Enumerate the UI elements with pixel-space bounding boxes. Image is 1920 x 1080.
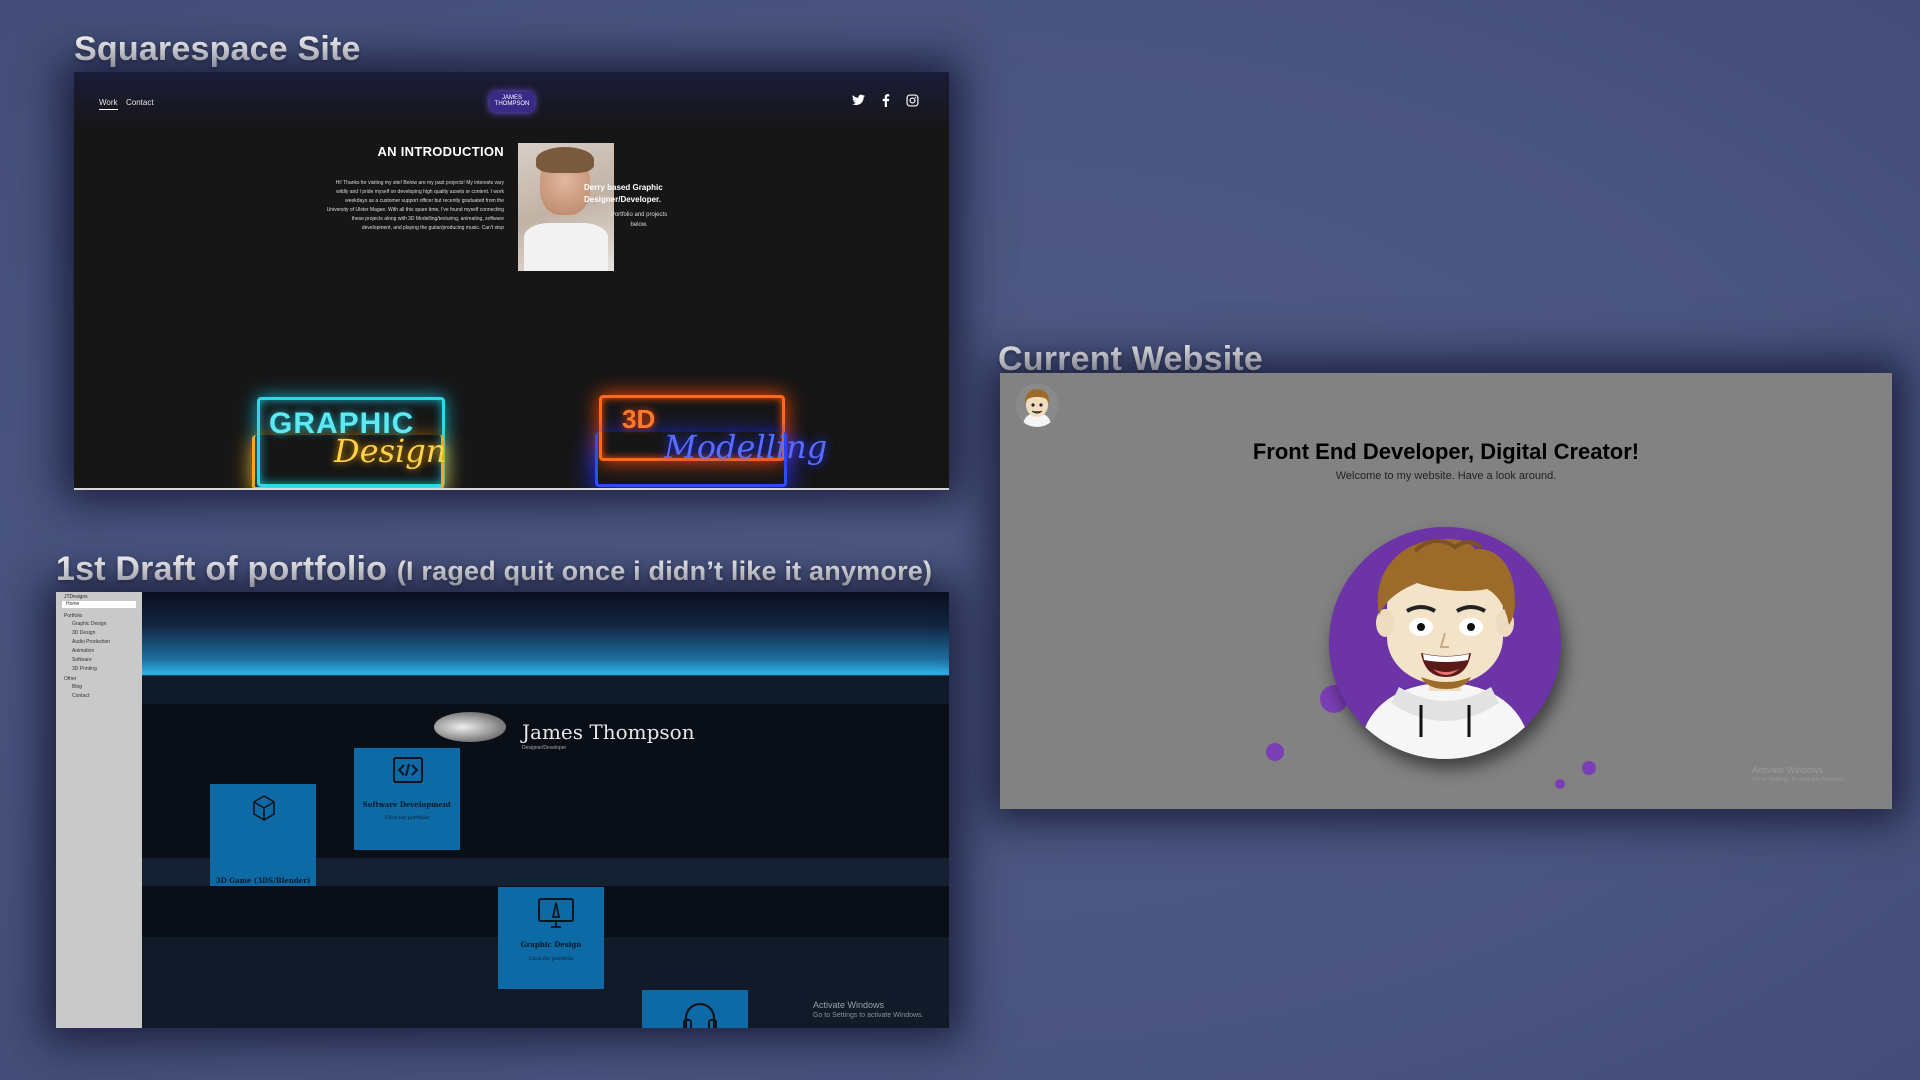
card-subtitle: Click for portfolio (384, 815, 430, 821)
card-audio[interactable] (642, 990, 748, 1028)
monitor-icon (536, 895, 574, 928)
sidebar-item-contact[interactable]: Contact (72, 693, 89, 699)
divider (74, 488, 949, 490)
sidebar-item-software[interactable]: Software (72, 657, 92, 663)
card-subtitle: Click for portfolio (528, 956, 574, 962)
draft-hero-banner (142, 592, 949, 676)
activate-windows-watermark: Activate Windows (813, 1000, 885, 1010)
decorative-dot (1555, 779, 1565, 789)
nav-contact-link[interactable]: Contact (126, 98, 154, 107)
squarespace-nav: Work Contact JAMES THOMPSON (74, 72, 949, 132)
sidebar-item-3d-printing[interactable]: 3D Printing (72, 666, 97, 672)
activate-windows-subtext: Go to Settings to activate Windows. (813, 1012, 924, 1019)
site-avatar-logo[interactable] (1015, 383, 1059, 427)
sidebar-section-other: Other (64, 676, 77, 682)
instagram-icon[interactable] (906, 94, 919, 110)
squarespace-screenshot: Work Contact JAMES THOMPSON AN INTRODUCT… (74, 72, 949, 490)
sidebar-item-3d-design[interactable]: 3D Design (72, 630, 95, 636)
decorative-dot (1266, 743, 1284, 761)
intro-body: Hi! Thanks for visiting my site! Below a… (326, 180, 504, 231)
draft-avatar (434, 712, 506, 742)
draft-name: James Thompson (522, 720, 695, 744)
hero-subline: Welcome to my website. Have a look aroun… (1335, 470, 1557, 482)
decorative-dot (1582, 761, 1596, 775)
hero-headline: Front End Developer, Digital Creator! (1252, 439, 1640, 464)
card-title: Software Development (362, 800, 452, 809)
sidebar-title: JTDesigns (64, 594, 88, 600)
sidebar-item-blog[interactable]: Blog (72, 684, 82, 690)
current-website-screenshot: Front End Developer, Digital Creator! We… (1000, 373, 1892, 809)
caption-draft-note: (I raged quit once i didn’t like it anym… (396, 556, 933, 586)
code-icon (392, 756, 424, 784)
caption-draft: 1st Draft of portfolio (I raged quit onc… (56, 550, 932, 589)
caption-draft-main: 1st Draft of portfolio (56, 550, 388, 588)
card-title: 3D Game (3DS/Blender) (215, 876, 311, 885)
sidebar-item-graphic-design[interactable]: Graphic Design (72, 621, 106, 627)
neon-design-text: Design (334, 432, 447, 470)
card-graphic-design[interactable]: Graphic Design Click for portfolio (498, 887, 604, 989)
intro-title: AN INTRODUCTION (377, 144, 504, 159)
cube-icon (248, 792, 280, 821)
card-title: Graphic Design (520, 940, 582, 949)
profile-photo (518, 143, 614, 271)
neon-3d-text: 3D (622, 404, 656, 434)
headphones-icon (680, 998, 717, 1028)
sidebar-section-portfolio: Portfolio (64, 613, 83, 619)
site-logo-text: JAMES THOMPSON (494, 95, 530, 107)
sidebar-item-audio-production[interactable]: Audio Production (72, 639, 110, 645)
sidebar-item-home[interactable]: Home (62, 601, 136, 608)
activate-windows-watermark: Activate Windows (1752, 765, 1824, 775)
caption-squarespace: Squarespace Site (74, 30, 361, 68)
intro-tagline: Derry based Graphic Designer/Developer. (584, 183, 663, 204)
draft-sidebar: JTDesigns Home Portfolio Graphic Design … (56, 592, 142, 1028)
nav-work-link[interactable]: Work (99, 98, 118, 110)
draft-screenshot: JTDesigns Home Portfolio Graphic Design … (56, 592, 949, 1028)
card-software-development[interactable]: Software Development Click for portfolio (354, 748, 460, 850)
facebook-icon[interactable] (882, 94, 890, 110)
cartoon-avatar (1329, 527, 1561, 759)
sidebar-item-animation[interactable]: Animation (72, 648, 94, 654)
site-logo[interactable]: JAMES THOMPSON (490, 92, 534, 112)
intro-tagline-sub: Portfolio and projects below. (610, 212, 668, 228)
twitter-icon[interactable] (852, 94, 865, 109)
neon-modelling-text: Modelling (664, 428, 828, 466)
draft-band (142, 676, 949, 704)
draft-role: Designer/Developer (522, 745, 567, 751)
card-3d-game[interactable]: 3D Game (3DS/Blender) (210, 784, 316, 886)
activate-windows-subtext: Go to Settings to activate Windows. (1752, 777, 1847, 783)
